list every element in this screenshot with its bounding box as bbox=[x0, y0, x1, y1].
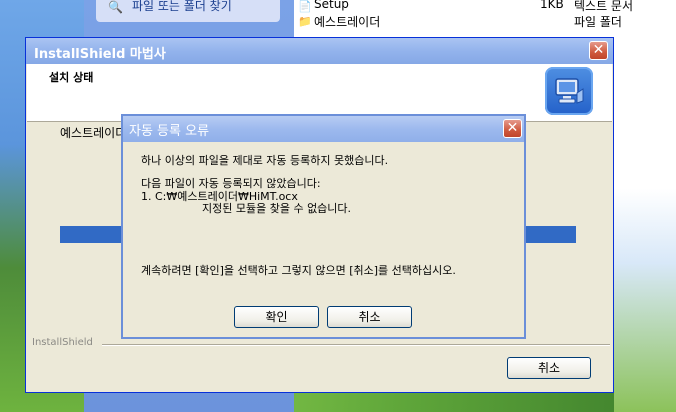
search-files-link[interactable]: 파일 또는 폴더 찾기 bbox=[132, 0, 232, 14]
installer-computer-icon bbox=[545, 67, 593, 115]
file-name[interactable]: Setup bbox=[314, 0, 349, 11]
text-file-icon: 📄 bbox=[298, 0, 312, 13]
continue-instruction: 계속하려면 [확인]을 선택하고 그렇지 않으면 [취소]를 선택하십시오. bbox=[141, 264, 456, 277]
dialog-titlebar[interactable]: 자동 등록 오류 ✕ bbox=[123, 116, 524, 142]
dialog-title: 자동 등록 오류 bbox=[129, 124, 210, 139]
installshield-brand: InstallShield bbox=[32, 337, 93, 348]
wizard-title: InstallShield 마법사 bbox=[34, 47, 166, 62]
wizard-titlebar[interactable]: InstallShield 마법사 ✕ bbox=[26, 38, 613, 64]
desktop-wallpaper-right bbox=[614, 40, 676, 412]
wizard-cancel-button[interactable]: 취소 bbox=[507, 357, 591, 379]
error-message: 하나 이상의 파일을 제대로 자동 등록하지 못했습니다. bbox=[141, 154, 389, 167]
wizard-step-title: 설치 상태 bbox=[49, 71, 94, 84]
file-type: 파일 폴더 bbox=[574, 15, 622, 29]
wizard-close-button[interactable]: ✕ bbox=[589, 41, 608, 60]
file-name[interactable]: 예스트레이더 bbox=[314, 13, 380, 30]
folder-icon: 📁 bbox=[298, 15, 312, 28]
file-type: 텍스트 문서 bbox=[574, 0, 634, 13]
ok-button[interactable]: 확인 bbox=[234, 306, 319, 328]
divider bbox=[102, 344, 610, 346]
file-size: 1KB bbox=[540, 0, 564, 11]
search-icon: 🔍 bbox=[108, 0, 123, 14]
auto-register-error-dialog: 자동 등록 오류 ✕ 하나 이상의 파일을 제대로 자동 등록하지 못했습니다.… bbox=[121, 114, 526, 339]
failed-file-reason: 지정된 모듈을 찾을 수 없습니다. bbox=[202, 202, 352, 215]
cancel-button[interactable]: 취소 bbox=[327, 306, 412, 328]
dialog-close-button[interactable]: ✕ bbox=[503, 119, 522, 138]
install-status-text: 예스트레이더 bbox=[60, 126, 127, 140]
